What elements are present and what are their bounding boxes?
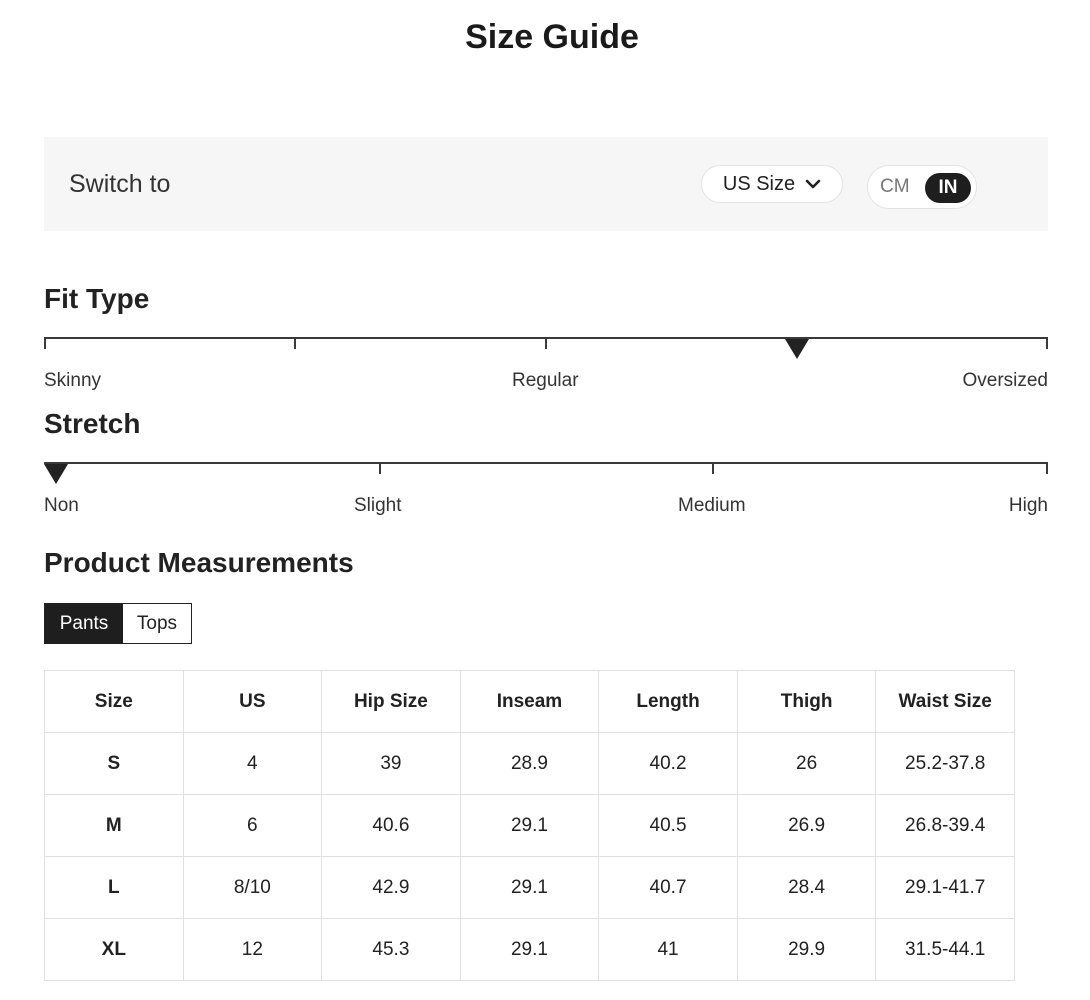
fit-type-marker — [785, 339, 809, 359]
table-row: XL 12 45.3 29.1 41 29.9 31.5-44.1 — [44, 918, 1015, 981]
table-cell: 4 — [182, 732, 323, 795]
table-row: S 4 39 28.9 40.2 26 25.2-37.8 — [44, 732, 1015, 795]
table-cell: 40.6 — [321, 794, 461, 857]
table-cell: 40.2 — [598, 732, 738, 795]
switch-to-label: Switch to — [69, 170, 171, 198]
measurements-table: Size US Hip Size Inseam Length Thigh Wai… — [44, 670, 1015, 981]
stretch-heading: Stretch — [44, 408, 141, 439]
table-cell: 28.4 — [736, 856, 877, 919]
chevron-down-icon — [805, 179, 821, 189]
stretch-label-slight: Slight — [354, 495, 402, 516]
fit-type-tick — [545, 337, 547, 349]
table-cell: 29.9 — [736, 918, 877, 981]
column-header: US — [182, 670, 323, 733]
table-cell: XL — [44, 918, 184, 981]
table-cell: 8/10 — [182, 856, 323, 919]
table-cell: 26.8-39.4 — [875, 794, 1015, 857]
unit-toggle: CM IN — [867, 165, 977, 209]
fit-type-tick — [44, 337, 46, 349]
table-cell: 12 — [182, 918, 323, 981]
product-measurements-heading: Product Measurements — [44, 547, 354, 578]
stretch-tick — [712, 462, 714, 474]
size-system-value: US Size — [722, 172, 796, 195]
table-cell: L — [44, 856, 184, 919]
table-cell: 42.9 — [321, 856, 461, 919]
table-cell: 25.2-37.8 — [875, 732, 1015, 795]
page-title: Size Guide — [465, 18, 639, 56]
table-cell: 29.1 — [459, 918, 600, 981]
column-header: Hip Size — [321, 670, 461, 733]
stretch-label-medium: Medium — [678, 495, 746, 516]
column-header: Waist Size — [875, 670, 1015, 733]
stretch-tick — [1046, 462, 1048, 474]
tab-pants[interactable]: Pants — [45, 604, 123, 643]
stretch-label-high: High — [1008, 495, 1048, 516]
unit-switch-bar: Switch to US Size CM IN — [44, 137, 1048, 231]
table-cell: 41 — [598, 918, 738, 981]
fit-type-label-regular: Regular — [512, 370, 579, 391]
size-system-dropdown[interactable]: US Size — [701, 165, 843, 203]
stretch-tick — [379, 462, 381, 474]
column-header: Length — [598, 670, 738, 733]
table-cell: S — [44, 732, 184, 795]
table-header-row: Size US Hip Size Inseam Length Thigh Wai… — [44, 670, 1015, 733]
measurement-tabs: Pants Tops — [44, 603, 192, 644]
column-header: Size — [44, 670, 184, 733]
table-cell: M — [44, 794, 184, 857]
column-header: Thigh — [736, 670, 877, 733]
unit-option-cm[interactable]: CM — [880, 176, 910, 198]
table-cell: 31.5-44.1 — [875, 918, 1015, 981]
table-cell: 45.3 — [321, 918, 461, 981]
table-cell: 6 — [182, 794, 323, 857]
stretch-scale — [44, 462, 1048, 464]
table-cell: 29.1 — [459, 856, 600, 919]
table-cell: 26 — [736, 732, 877, 795]
unit-option-in[interactable]: IN — [925, 173, 971, 203]
table-row: M 6 40.6 29.1 40.5 26.9 26.8-39.4 — [44, 794, 1015, 857]
stretch-label-non: Non — [44, 495, 79, 516]
table-cell: 26.9 — [736, 794, 877, 857]
column-header: Inseam — [459, 670, 600, 733]
fit-type-tick — [1046, 337, 1048, 349]
table-cell: 39 — [321, 732, 461, 795]
table-row: L 8/10 42.9 29.1 40.7 28.4 29.1-41.7 — [44, 856, 1015, 919]
table-cell: 29.1-41.7 — [875, 856, 1015, 919]
table-cell: 28.9 — [459, 732, 600, 795]
fit-type-label-oversized: Oversized — [962, 370, 1048, 391]
fit-type-heading: Fit Type — [44, 283, 150, 314]
fit-type-label-skinny: Skinny — [44, 370, 102, 391]
stretch-marker — [44, 464, 68, 484]
tab-tops[interactable]: Tops — [123, 604, 191, 643]
table-cell: 40.7 — [598, 856, 738, 919]
table-cell: 29.1 — [459, 794, 600, 857]
fit-type-tick — [294, 337, 296, 349]
table-cell: 40.5 — [598, 794, 738, 857]
